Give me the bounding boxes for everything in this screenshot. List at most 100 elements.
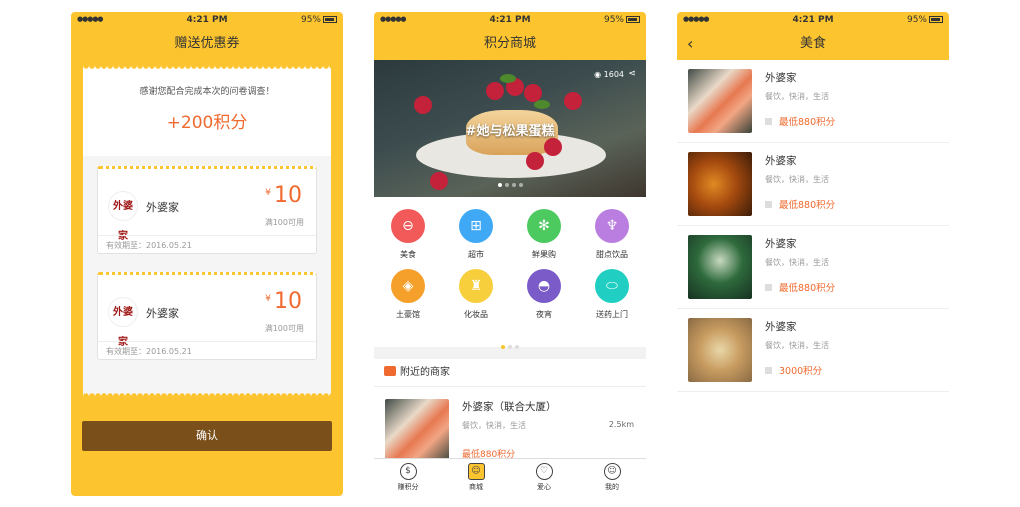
tag-icon <box>765 284 772 291</box>
category-label: 鲜果购 <box>532 250 556 259</box>
pagination-dot[interactable] <box>508 345 512 349</box>
bowl-icon: ⊖ <box>391 209 425 243</box>
coupon-amount: ¥10 <box>265 183 302 208</box>
pagination-dot[interactable] <box>515 345 519 349</box>
merchant-tags: 餐饮，快消，生活 <box>765 175 829 184</box>
tab-earn-points[interactable]: $ 赚积分 <box>374 463 442 492</box>
points-value: 最低880积分 <box>779 200 836 211</box>
category-label: 化妆品 <box>464 310 488 319</box>
eye-icon: ◉ <box>594 70 604 79</box>
fruit-icon: ✻ <box>527 209 561 243</box>
category-label: 土豪馆 <box>396 310 420 319</box>
merchant-points: 3000积分 <box>765 363 822 377</box>
battery-indicator: 95% <box>907 15 943 25</box>
page-title: 赠送优惠券 <box>174 36 240 51</box>
coupon-card[interactable]: 外婆家 外婆家 ¥10 满100可用 有效期至：2016.05.21 <box>97 166 317 254</box>
merchant-logo: 外婆家 <box>108 191 138 242</box>
raspberry-image <box>564 92 582 110</box>
status-bar: ●●●●● 4:21 PM 95% <box>374 12 646 28</box>
pagination-dot[interactable] <box>504 183 509 187</box>
heart-hand-icon: ♡ <box>535 463 553 480</box>
merchant-name: 外婆家（联合大厦） <box>462 401 557 413</box>
merchant-list-item[interactable]: 外婆家 餐饮，快消，生活 最低880积分 <box>677 60 949 143</box>
category-medicine[interactable]: ⬭ 送药上门 <box>578 269 646 320</box>
confirm-button[interactable]: 确认 <box>82 421 332 451</box>
merchant-thumbnail <box>688 69 752 133</box>
category-late-night[interactable]: ◓ 夜宵 <box>510 269 578 320</box>
status-bar: ●●●●● 4:21 PM 95% <box>71 12 343 28</box>
coupon-validity: 有效期至：2016.05.21 <box>98 341 316 361</box>
promo-banner[interactable]: #她与松果蛋糕 ◉ 1604 ⋖ <box>374 60 646 197</box>
merchant-tags: 餐饮，快消，生活 <box>462 421 526 430</box>
category-cosmetics[interactable]: ♜ 化妆品 <box>442 269 510 320</box>
tab-profile[interactable]: ☺ 我的 <box>578 463 646 492</box>
tab-label: 爱心 <box>537 483 551 491</box>
share-icon[interactable]: ⋖ <box>628 69 636 79</box>
view-count: ◉ 1604 <box>594 70 624 79</box>
store-icon <box>384 366 396 376</box>
wineglass-icon: ♆ <box>595 209 629 243</box>
tab-label: 商城 <box>469 483 483 491</box>
banner-caption: #她与松果蛋糕 <box>465 124 555 139</box>
coupon-value: 10 <box>274 183 302 208</box>
tab-mall[interactable]: ☺ 商城 <box>442 463 510 492</box>
merchant-list-item[interactable]: 外婆家 餐饮，快消，生活 3000积分 <box>677 309 949 392</box>
page-title: 美食 <box>799 36 826 51</box>
tag-icon <box>765 367 772 374</box>
pagination-dot[interactable] <box>497 183 502 187</box>
thanks-message: 感谢您配合完成本次的问卷调查！ <box>139 87 275 97</box>
cart-icon: ⊞ <box>459 209 493 243</box>
points-earned: +200积分 <box>166 113 248 133</box>
tab-charity[interactable]: ♡ 爱心 <box>510 463 578 492</box>
category-supermarket[interactable]: ⊞ 超市 <box>442 209 510 260</box>
pill-icon: ⬭ <box>595 269 629 303</box>
merchant-list-item[interactable]: 外婆家 餐饮，快消，生活 最低880积分 <box>677 143 949 226</box>
merchant-name: 外婆家 <box>765 238 797 250</box>
raspberry-image <box>486 82 504 100</box>
pagination-dot[interactable] <box>511 183 516 187</box>
category-grid: ⊖ 美食 ⊞ 超市 ✻ 鲜果购 ♆ 甜点饮品 ◈ 土豪馆 ♜ 化妆品 ◓ 夜宵 … <box>374 197 646 349</box>
status-bar: ●●●●● 4:21 PM 95% <box>677 12 949 28</box>
category-fruit[interactable]: ✻ 鲜果购 <box>510 209 578 260</box>
category-label: 美食 <box>400 250 416 259</box>
receipt-edge-top <box>83 66 331 71</box>
tag-icon <box>765 201 772 208</box>
phone-food-list-screen: ●●●●● 4:21 PM 95% ‹ 美食 外婆家 餐饮，快消，生活 最低88… <box>677 12 949 496</box>
tab-label: 我的 <box>605 483 619 491</box>
category-food[interactable]: ⊖ 美食 <box>374 209 442 260</box>
battery-icon <box>626 16 640 23</box>
coupon-card[interactable]: 外婆家 外婆家 ¥10 满100可用 有效期至：2016.05.21 <box>97 272 317 360</box>
nearby-title: 附近的商家 <box>400 367 450 378</box>
category-label: 夜宵 <box>536 310 552 319</box>
merchant-logo: 外婆家 <box>108 297 138 348</box>
points-value: 最低880积分 <box>779 117 836 128</box>
receipt-edge-bottom <box>83 391 331 396</box>
merchant-points: 最低880积分 <box>765 114 835 128</box>
category-dessert-drinks[interactable]: ♆ 甜点饮品 <box>578 209 646 260</box>
category-pagination <box>374 334 646 353</box>
battery-icon <box>323 16 337 23</box>
page-title: 积分商城 <box>483 36 536 51</box>
merchant-list-item[interactable]: 外婆家 餐饮，快消，生活 最低880积分 <box>677 226 949 309</box>
coupon-value: 10 <box>274 289 302 314</box>
tag-icon <box>765 118 772 125</box>
coupon-list: 外婆家 外婆家 ¥10 满100可用 有效期至：2016.05.21 外婆家 外… <box>83 156 331 396</box>
pagination-dot[interactable] <box>518 183 523 187</box>
nearby-header: 附近的商家 <box>374 359 646 387</box>
merchant-name: 外婆家 <box>765 72 797 84</box>
battery-icon <box>929 16 943 23</box>
battery-percent: 95% <box>300 15 321 25</box>
points-value: 最低880积分 <box>779 283 836 294</box>
tab-label: 赚积分 <box>397 483 419 491</box>
coin-icon: $ <box>399 463 417 480</box>
coupon-validity: 有效期至：2016.05.21 <box>98 235 316 255</box>
category-luxury[interactable]: ◈ 土豪馆 <box>374 269 442 320</box>
merchant-name: 外婆家 <box>765 321 797 333</box>
merchant-tags: 餐饮，快消，生活 <box>765 341 829 350</box>
bottom-tab-bar: $ 赚积分 ☺ 商城 ♡ 爱心 ☺ 我的 <box>374 458 646 496</box>
merchant-name: 外婆家 <box>146 201 179 214</box>
coupon-condition: 满100可用 <box>264 218 304 227</box>
battery-indicator: 95% <box>301 15 337 25</box>
coupon-amount: ¥10 <box>265 289 302 314</box>
pagination-dot[interactable] <box>501 345 505 349</box>
